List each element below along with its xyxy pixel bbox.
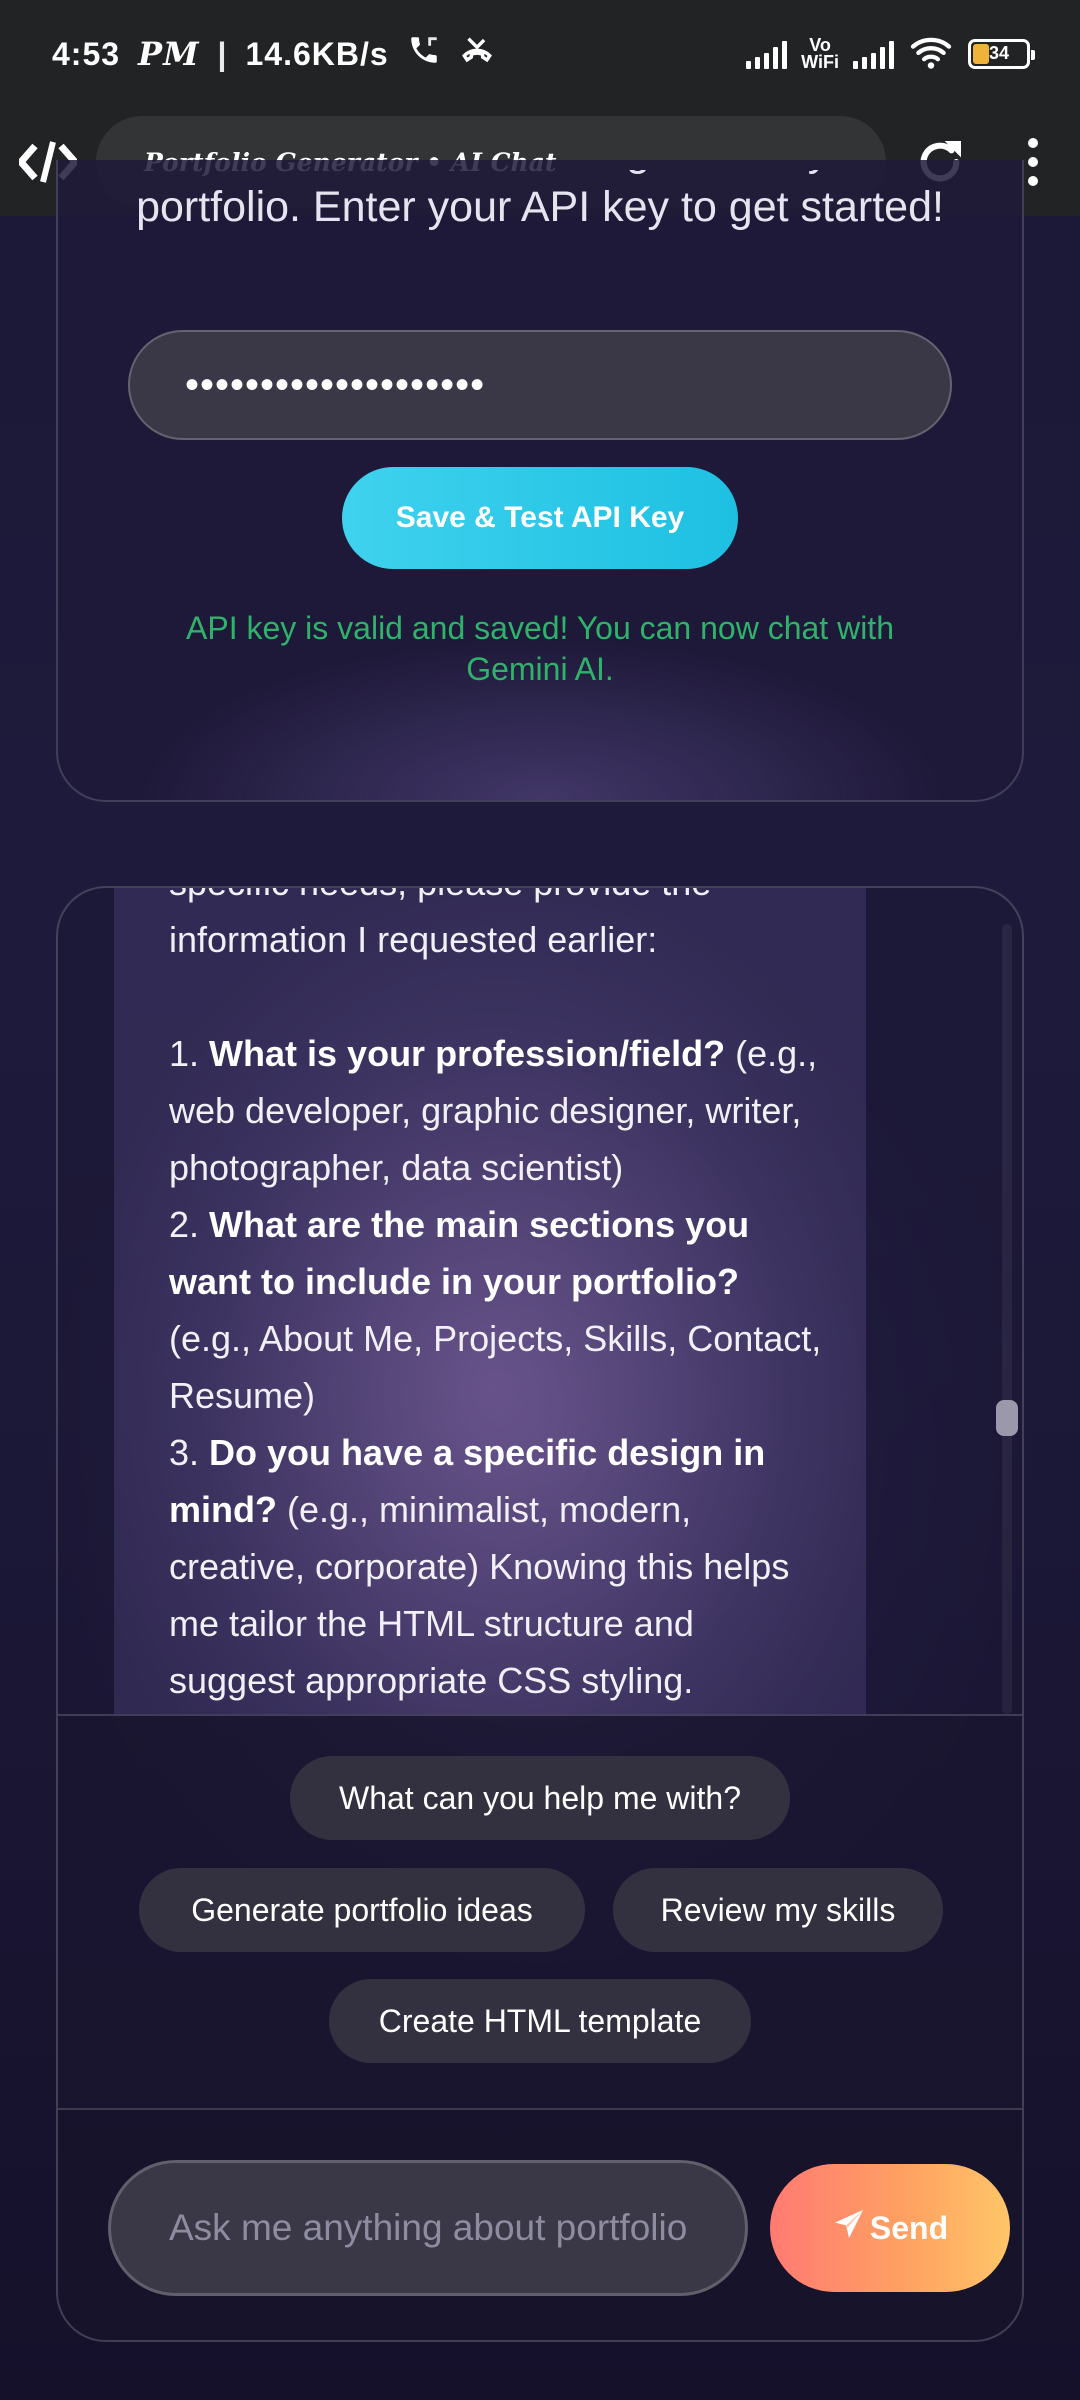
wifi-icon [908,34,954,75]
battery-icon: 34 [968,39,1035,69]
send-button[interactable]: Send [770,2164,1010,2292]
status-separator: | [217,35,228,72]
api-key-value: •••••••••••••••••••• [185,362,486,407]
question-1: 1. What is your profession/field? (e.g.,… [169,1033,818,1188]
chat-composer: Ask me anything about portfolio Send [58,2110,1022,2340]
status-left: 4:53 PM | 14.6KB/s [52,33,495,75]
ai-message-bubble: specific needs, please provide the infor… [114,888,866,1714]
battery-level: 34 [988,43,1010,63]
chat-input[interactable]: Ask me anything about portfolio [108,2160,748,2296]
message-intro-line: information I requested earlier: [169,919,658,960]
network-speed: 14.6KB/s [245,35,389,72]
clock: 4:53 [52,35,121,72]
suggestion-chip-help[interactable]: What can you help me with? [290,1756,790,1840]
send-icon [832,2207,866,2249]
scrollbar-thumb[interactable] [996,1400,1018,1436]
status-right: Vo WiFi 34 [746,34,1035,75]
status-bar: 4:53 PM | 14.6KB/s Vo WiFi 34 [0,0,1080,108]
api-intro-line2: portfolio. Enter your API key to get sta… [136,183,944,231]
api-status-message: API key is valid and saved! You can now … [186,610,894,687]
vowifi-bottom: WiFi [801,52,839,72]
suggestion-chip-ideas[interactable]: Generate portfolio ideas [139,1868,585,1952]
ai-message-text: specific needs, please provide the infor… [169,888,829,1709]
question-2: 2. What are the main sections you want t… [169,1204,822,1416]
chat-card: specific needs, please provide the infor… [56,886,1024,2342]
api-intro-text: Chat with Gemini AI to generate your por… [60,170,1020,286]
send-label: Send [869,2209,949,2246]
signal-icon-2 [853,39,894,69]
signal-icon [746,39,788,69]
scrollbar-track[interactable] [1002,924,1012,1714]
message-partial-line: specific needs, please provide the [169,888,829,911]
save-test-api-key-button[interactable]: Save & Test API Key [342,467,738,569]
vowifi-indicator: Vo WiFi [801,36,839,72]
chat-input-placeholder: Ask me anything about portfolio [169,2207,688,2248]
clock-ampm: PM [138,35,200,73]
chat-messages-area[interactable]: specific needs, please provide the infor… [58,888,1022,1714]
missed-call-icon [459,33,495,75]
suggestion-chips: What can you help me with? Generate port… [58,1716,1022,2114]
call-icon [407,33,441,75]
suggestion-chip-html[interactable]: Create HTML template [329,1979,751,2063]
question-3: 3. Do you have a specific design in mind… [169,1432,790,1701]
api-key-input[interactable]: •••••••••••••••••••• [128,330,952,440]
suggestion-chip-skills[interactable]: Review my skills [613,1868,943,1952]
api-intro-line1: Chat with Gemini AI to generate your [60,170,1020,179]
